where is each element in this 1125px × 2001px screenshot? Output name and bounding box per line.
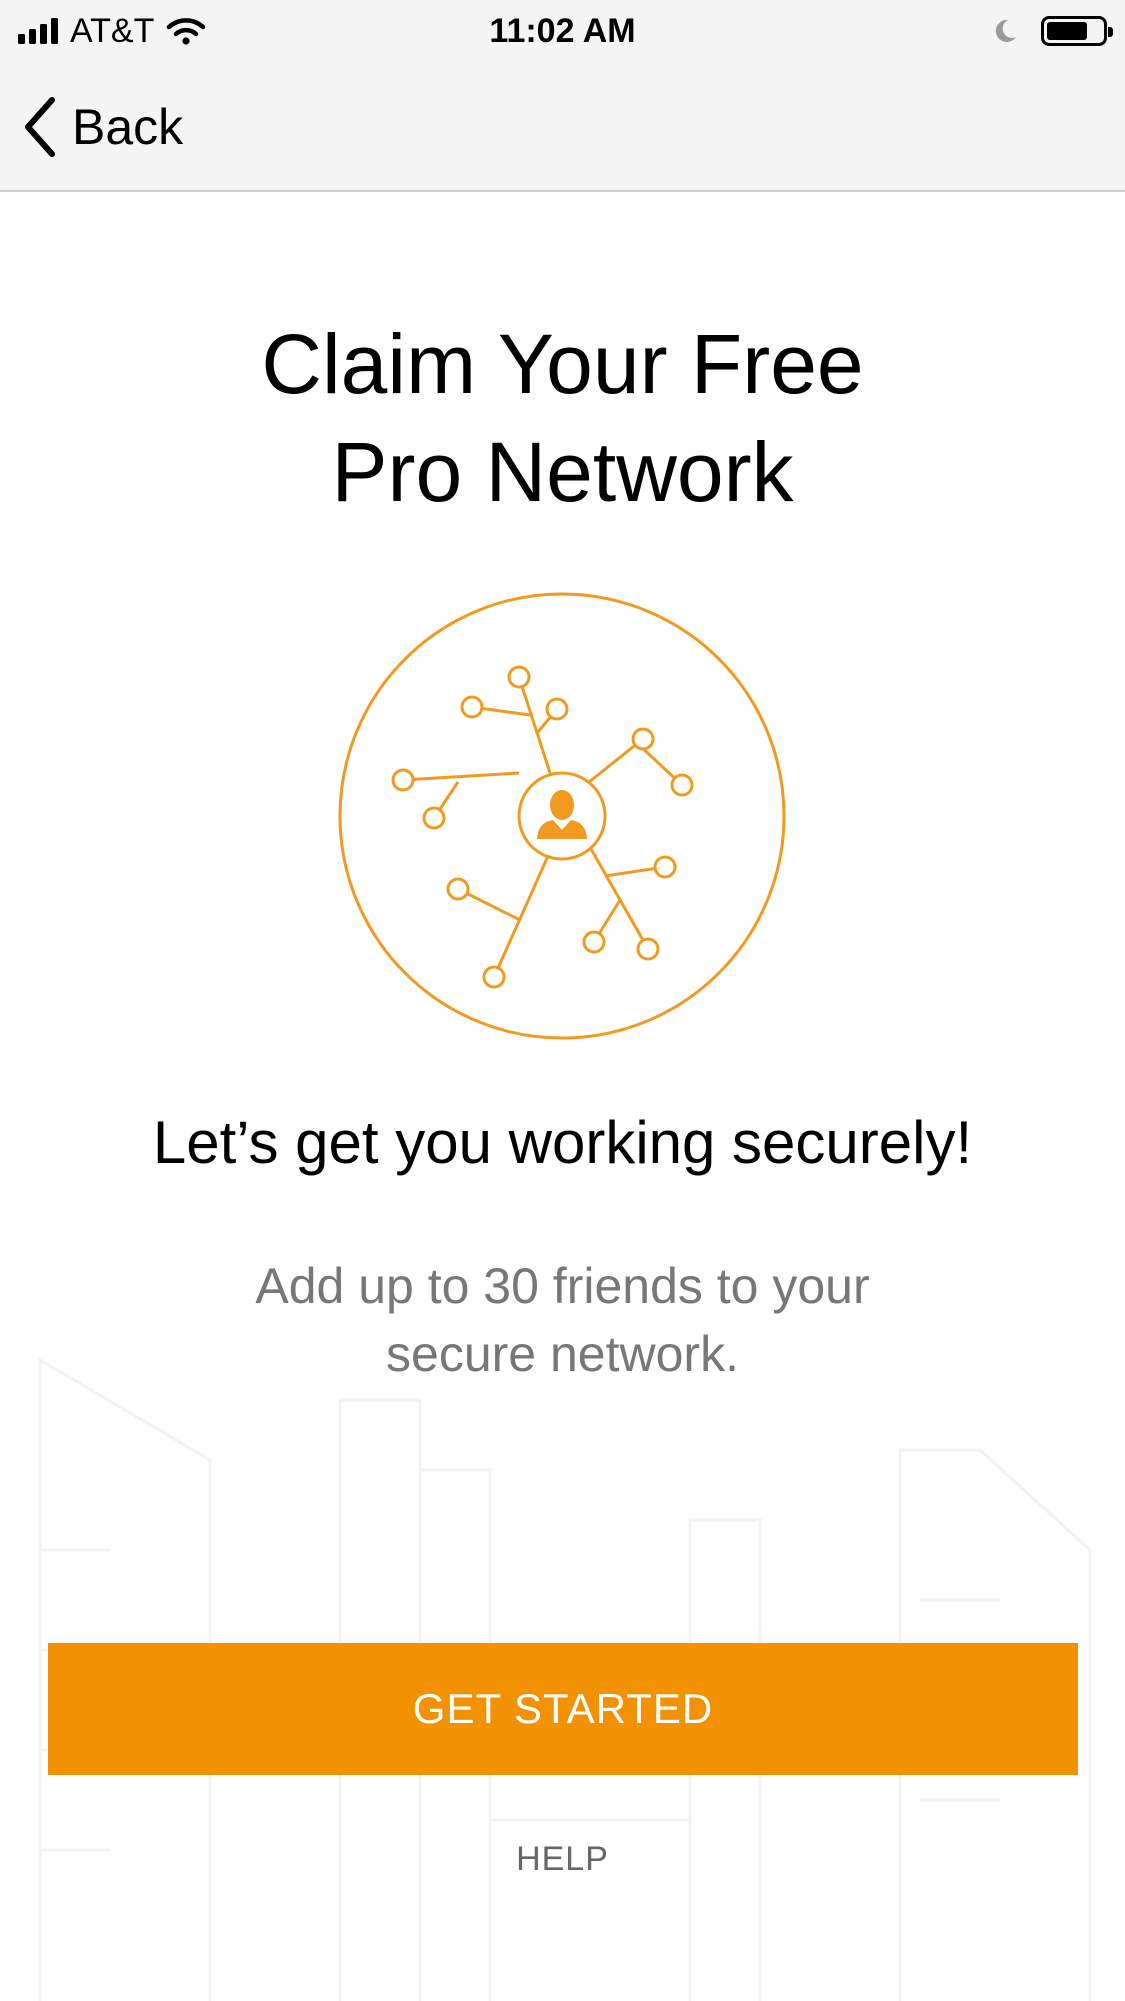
person-icon (537, 790, 587, 839)
back-button[interactable]: Back (22, 92, 183, 162)
battery-icon (1041, 16, 1113, 46)
help-link[interactable]: HELP (0, 1840, 1125, 1879)
get-started-button[interactable]: GET STARTED (48, 1643, 1078, 1775)
navigation-bar: Back (0, 62, 1125, 192)
page-title-line2: Pro Network (331, 425, 794, 519)
page-title: Claim Your Free Pro Network (0, 310, 1125, 526)
description-line2: secure network. (386, 1326, 739, 1382)
network-icon (338, 592, 786, 1040)
status-bar: AT&T 11:02 AM (0, 0, 1125, 62)
status-time: 11:02 AM (489, 12, 636, 50)
chevron-left-icon (25, 97, 55, 157)
back-label: Back (72, 99, 184, 155)
headline: Let’s get you working securely! (152, 1109, 973, 1176)
do-not-disturb-moon-icon (995, 19, 1016, 42)
description-line1: Add up to 30 friends to your (255, 1258, 870, 1314)
description: Add up to 30 friends to your secure netw… (0, 1252, 1125, 1388)
status-right (991, 10, 1113, 52)
page-title-line1: Claim Your Free (261, 317, 864, 411)
